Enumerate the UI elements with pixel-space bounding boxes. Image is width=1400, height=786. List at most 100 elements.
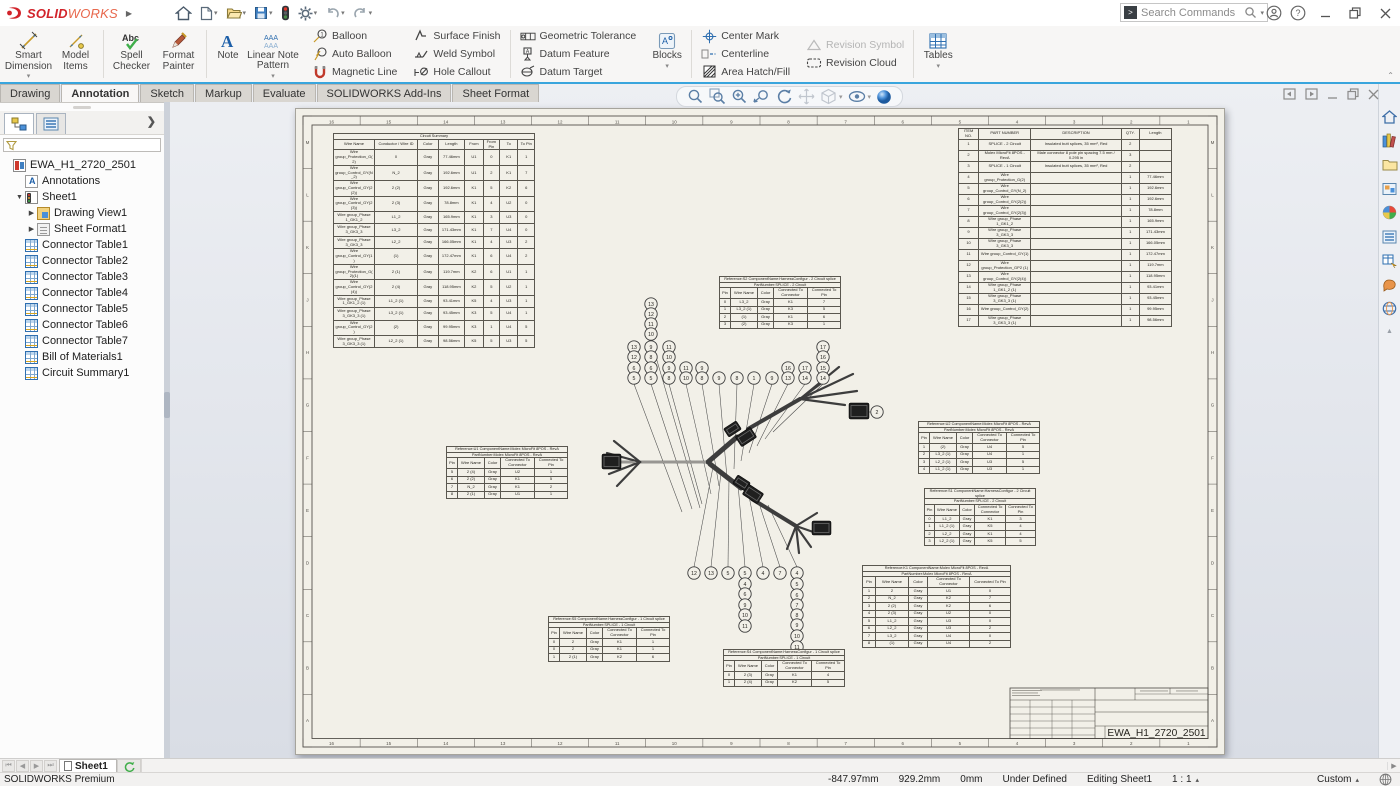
scroll-right-icon[interactable]: ▶ <box>1387 762 1400 770</box>
tree-item-annotations[interactable]: Annotations <box>0 173 164 189</box>
connector-table-6[interactable]: Reference:S4 ComponentName:HarnessConfig… <box>723 649 840 687</box>
tab-drawing[interactable]: Drawing <box>0 84 60 102</box>
connector-table-5[interactable]: Reference:S5 ComponentName:HarnessConfig… <box>548 616 665 662</box>
tree-item-connector-table1[interactable]: Connector Table1 <box>0 237 164 253</box>
balloon[interactable]: 5 <box>791 578 803 590</box>
balloon[interactable]: 1 <box>748 372 760 384</box>
balloon[interactable]: 2 <box>871 406 883 418</box>
balloon[interactable]: 7 <box>774 567 786 579</box>
task-pane-collapse-icon[interactable]: ▲ <box>1386 328 1393 335</box>
open-button[interactable]: ▾ <box>223 2 250 24</box>
search-input[interactable] <box>1141 7 1244 19</box>
tab-markup[interactable]: Markup <box>195 84 252 102</box>
harness-connector[interactable] <box>812 521 831 535</box>
rotate-view-icon[interactable] <box>775 88 793 105</box>
brand-expand-icon[interactable]: ▶ <box>126 9 132 18</box>
design-library-icon[interactable] <box>1381 132 1398 149</box>
forum-icon[interactable] <box>1381 276 1398 293</box>
centerline-button[interactable]: Centerline <box>696 46 795 63</box>
tab-annotation[interactable]: Annotation <box>61 84 139 102</box>
linear-note-pattern-button[interactable]: AAAAAA Linear Note Pattern ▾ <box>245 28 301 80</box>
balloon[interactable]: 10 <box>645 328 657 340</box>
3dexperience-button[interactable] <box>278 2 293 24</box>
balloon[interactable]: 4 <box>757 567 769 579</box>
sheet1-tab[interactable]: Sheet1 <box>59 759 117 772</box>
balloon[interactable]: 10 <box>739 609 751 621</box>
display-style-icon[interactable] <box>848 89 866 104</box>
panel-splitter[interactable] <box>164 102 170 758</box>
tree-item-root[interactable]: EWA_H1_2720_2501 <box>0 157 164 173</box>
tree-item-connector-table4[interactable]: Connector Table4 <box>0 285 164 301</box>
balloon[interactable]: 10 <box>663 351 675 363</box>
zoom-to-selection-icon[interactable] <box>753 88 770 105</box>
appearances-icon[interactable] <box>1381 204 1398 221</box>
tree-item-connector-table6[interactable]: Connector Table6 <box>0 317 164 333</box>
connector-table-3[interactable]: Reference:U2 ComponentName:Molex MicroFi… <box>918 421 1040 474</box>
property-manager-tab[interactable] <box>36 113 66 134</box>
datum-feature-button[interactable]: ADatum Feature <box>515 46 642 63</box>
balloon[interactable]: 11 <box>739 620 751 632</box>
add-sheet-tab[interactable] <box>117 759 141 772</box>
connector-table-4[interactable]: Reference:S1 ComponentName:HarnessConfig… <box>924 488 1035 546</box>
tree-item-connector-table2[interactable]: Connector Table2 <box>0 253 164 269</box>
pack-and-go-icon[interactable] <box>1381 252 1398 269</box>
appearance-sphere-icon[interactable] <box>876 89 892 105</box>
zoom-to-fit-icon[interactable] <box>687 88 704 105</box>
zoom-in-out-icon[interactable] <box>731 88 748 105</box>
close-button[interactable] <box>1370 0 1400 26</box>
center-mark-button[interactable]: Center Mark <box>696 28 795 45</box>
help-button[interactable]: ? <box>1286 1 1310 25</box>
home-button[interactable] <box>172 2 195 24</box>
hole-callout-button[interactable]: Hole Callout <box>408 63 505 80</box>
balloon[interactable]: 10 <box>791 630 803 642</box>
surface-finish-button[interactable]: Surface Finish <box>408 28 505 45</box>
status-globe-icon[interactable] <box>1379 773 1392 786</box>
tree-item-circuit-summary1[interactable]: Circuit Summary1 <box>0 365 164 381</box>
options-button[interactable]: ▾ <box>295 2 321 24</box>
doc-minimize-icon[interactable] <box>1327 89 1338 100</box>
tab-sketch[interactable]: Sketch <box>140 84 194 102</box>
new-document-button[interactable]: ▾ <box>197 2 221 24</box>
tab-evaluate[interactable]: Evaluate <box>253 84 316 102</box>
next-sheet-button[interactable]: ▶ <box>30 760 43 772</box>
balloon[interactable]: 8 <box>696 372 708 384</box>
note-button[interactable]: A Note <box>211 28 245 80</box>
doc-restore-icon[interactable] <box>1347 88 1359 100</box>
balloon[interactable]: 5 <box>722 567 734 579</box>
undo-button[interactable]: ▾ <box>322 2 348 24</box>
format-painter-button[interactable]: Format Painter <box>155 28 202 80</box>
balloon[interactable]: 8 <box>645 351 657 363</box>
splitter-grip[interactable] <box>164 392 170 418</box>
search-commands-box[interactable]: > ▾ <box>1120 3 1268 22</box>
save-button[interactable]: ▾ <box>251 2 276 24</box>
connector-table-1[interactable]: Reference:S2 ComponentName:HarnessConfig… <box>719 276 840 329</box>
balloon[interactable]: 8 <box>663 372 675 384</box>
ribbon-collapse-icon[interactable]: ⌃ <box>1387 71 1394 80</box>
tree-item-connector-table3[interactable]: Connector Table3 <box>0 269 164 285</box>
tree-item-sheet1[interactable]: ▼Sheet1 <box>0 189 164 205</box>
search-icon[interactable] <box>1244 6 1257 19</box>
zoom-to-area-icon[interactable] <box>709 88 726 105</box>
view-palette-icon[interactable] <box>1381 180 1398 197</box>
doc-close-icon[interactable] <box>1368 89 1379 100</box>
panel-expand-icon[interactable]: ❯ <box>147 115 156 128</box>
balloon[interactable]: 12 <box>688 567 700 579</box>
balloon[interactable]: 5 <box>645 372 657 384</box>
tab-solidworks-add-ins[interactable]: SOLIDWORKS Add-Ins <box>317 84 452 102</box>
datum-target-button[interactable]: Datum Target <box>515 63 642 80</box>
balloon[interactable]: 16 <box>817 351 829 363</box>
balloon-button[interactable]: 1Balloon <box>307 28 402 45</box>
minimize-button[interactable] <box>1310 0 1340 26</box>
custom-properties-icon[interactable] <box>1381 228 1398 245</box>
tree-item-sheet-format1[interactable]: ▶Sheet Format1 <box>0 221 164 237</box>
restore-button[interactable] <box>1340 0 1370 26</box>
balloon[interactable]: 6 <box>739 588 751 600</box>
balloon[interactable]: 8 <box>731 372 743 384</box>
tree-filter-input[interactable] <box>17 140 158 150</box>
redo-button[interactable]: ▾ <box>350 2 376 24</box>
horizontal-scrollbar[interactable]: ▶ <box>141 759 1400 772</box>
auto-balloon-button[interactable]: Auto Balloon <box>307 46 402 63</box>
area-hatch-fill-button[interactable]: Area Hatch/Fill <box>696 63 795 80</box>
balloon[interactable]: 14 <box>817 372 829 384</box>
panel-handle[interactable] <box>0 103 164 111</box>
